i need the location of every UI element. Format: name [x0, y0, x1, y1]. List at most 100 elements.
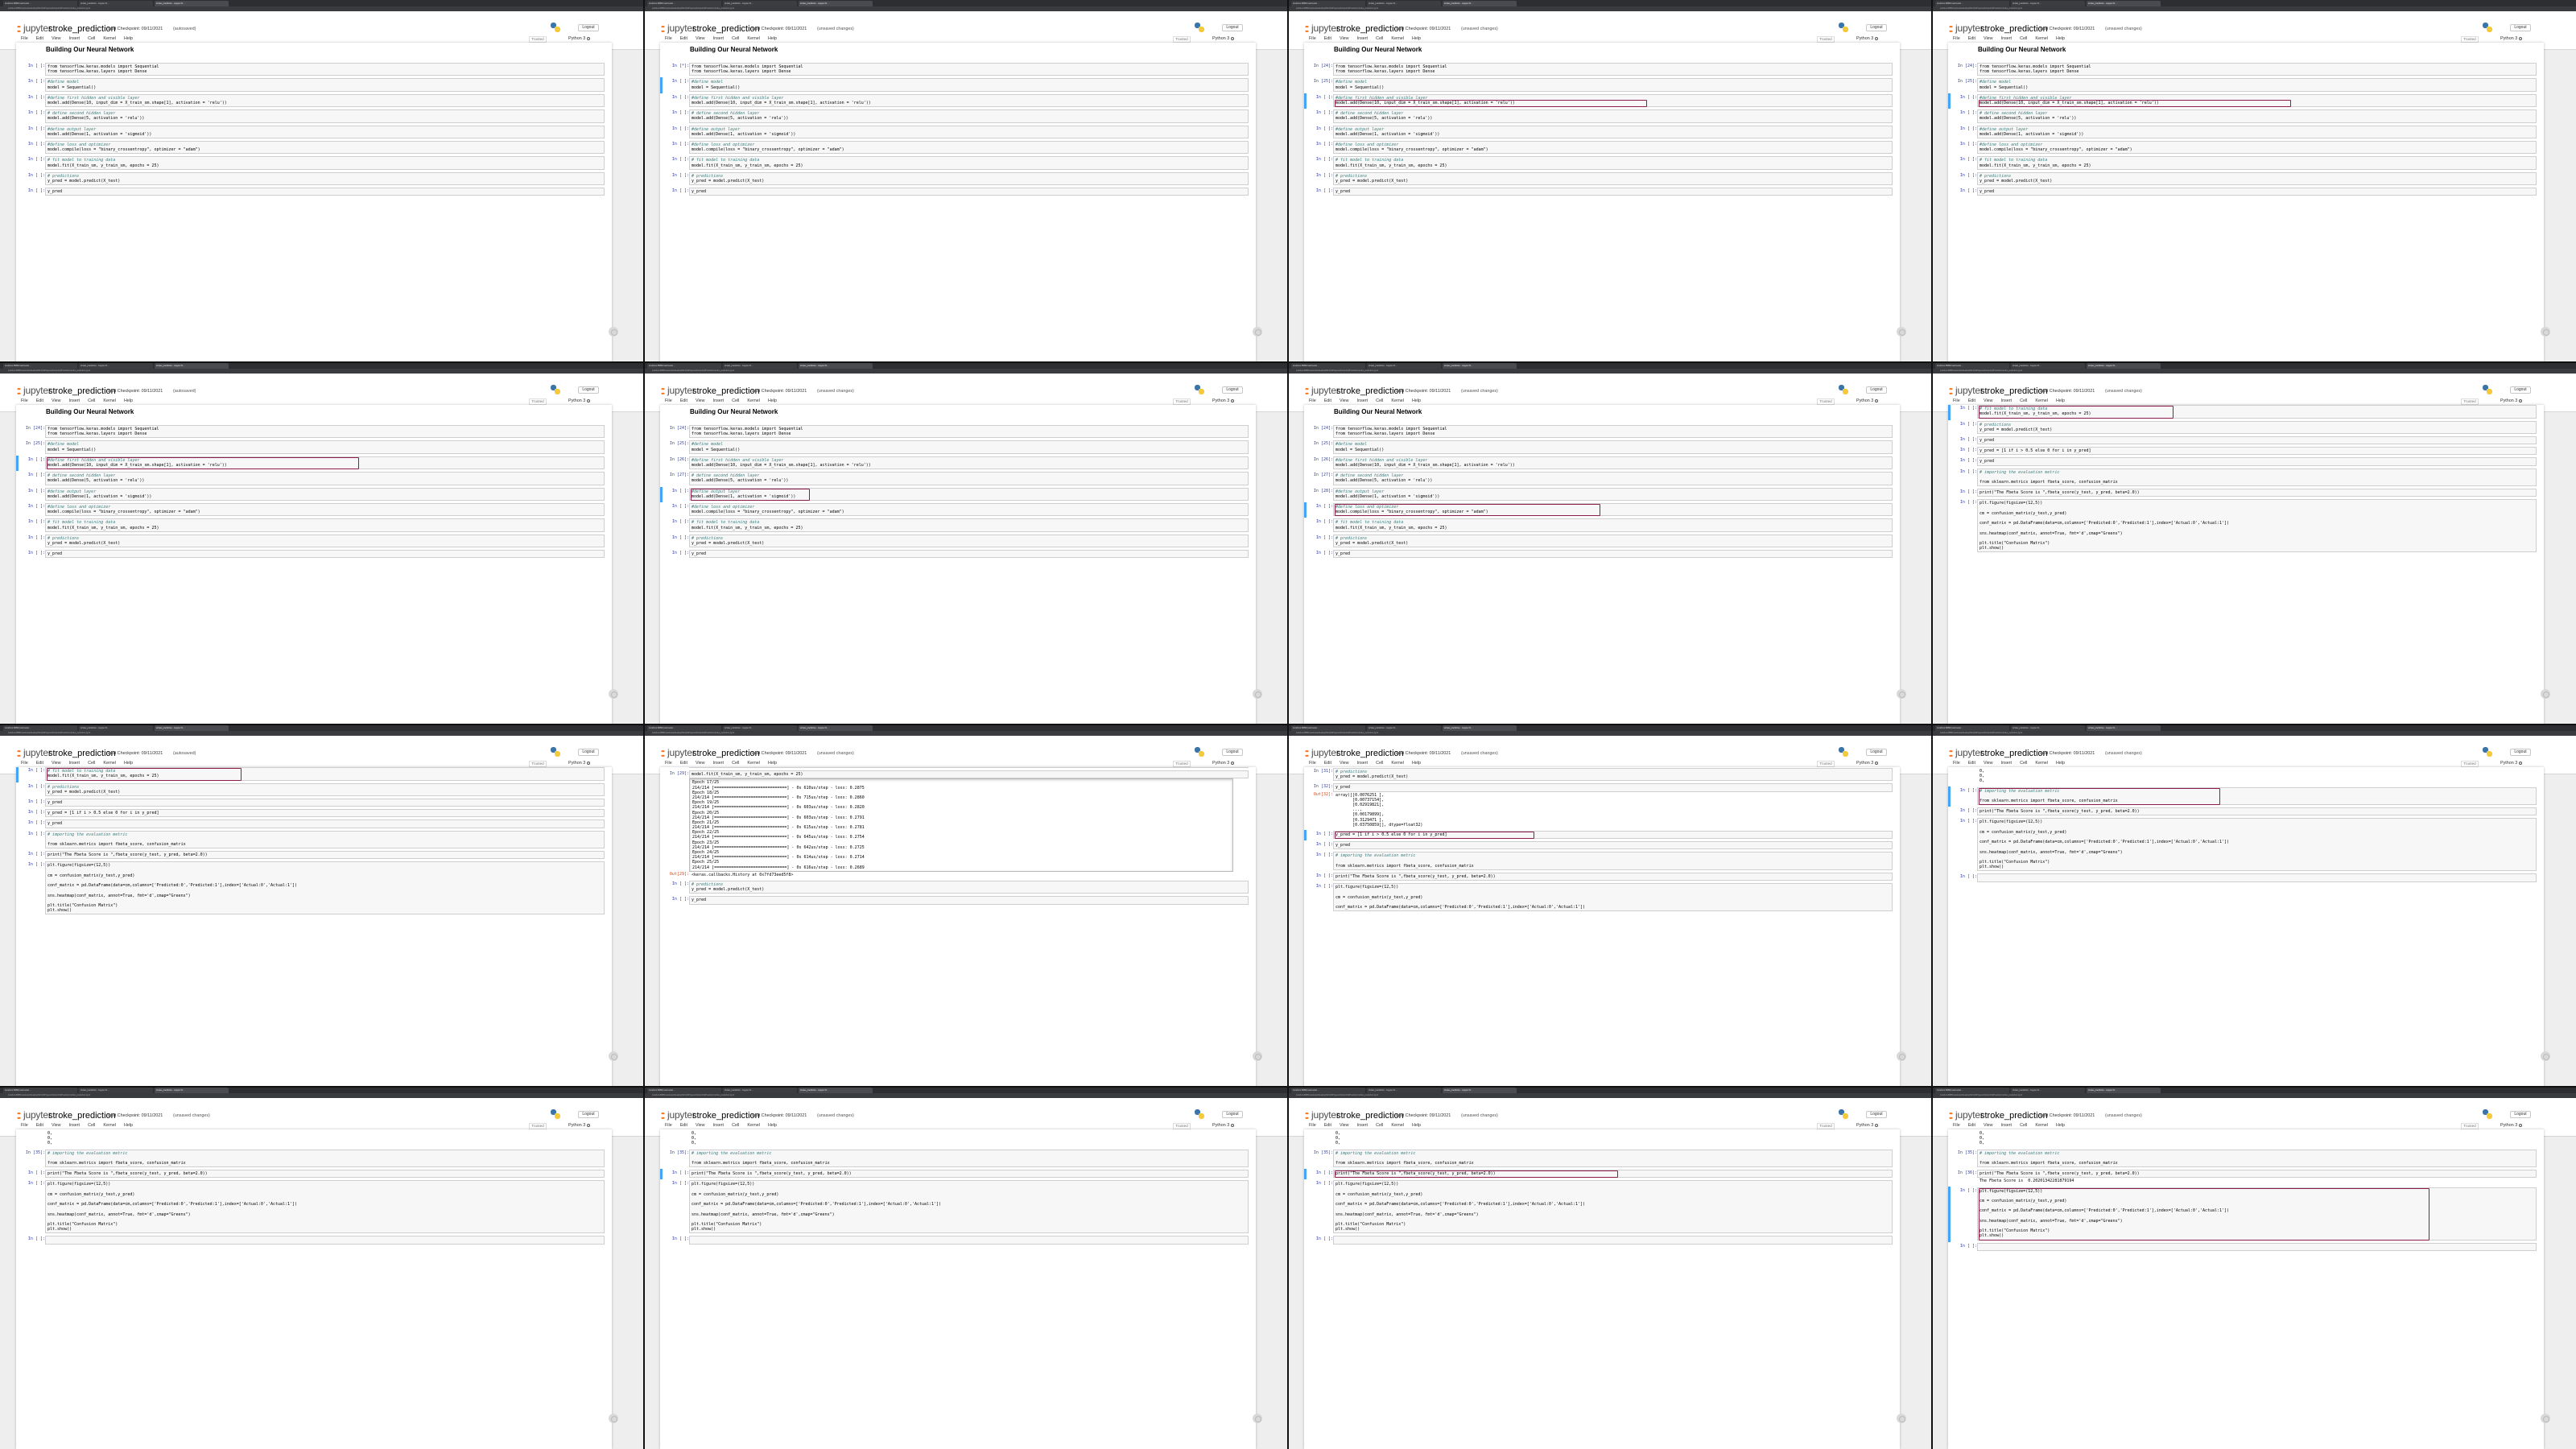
notebook-name[interactable]: stroke_prediction [48, 24, 116, 34]
menu-edit[interactable]: Edit [680, 398, 687, 405]
kernel-indicator[interactable]: Python 3 [1212, 398, 1235, 403]
code-cell[interactable]: In [ ]: #define output layer model.add(Den… [16, 487, 612, 502]
jupyter-logo[interactable]: jupyter [1311, 1109, 1340, 1121]
menu-kernel[interactable]: Kernel [1391, 1123, 1404, 1129]
code-cell[interactable]: In [ ]: #define output layer model.add(Den… [1304, 125, 1900, 140]
scroll-nav-icon[interactable] [1253, 1051, 1262, 1061]
menu-insert[interactable]: Insert [1357, 761, 1368, 767]
menu-kernel[interactable]: Kernel [2035, 398, 2048, 405]
code-cell[interactable]: In [ ]: # importing the evaluation metric… [1304, 851, 1900, 872]
code-editor[interactable]: #define first hidden and visible layer mo… [1977, 93, 2537, 108]
code-cell[interactable]: In [ ]: # fit model to training data model… [1948, 405, 2544, 420]
notebook-name[interactable]: stroke_prediction [1980, 24, 2048, 34]
kernel-indicator[interactable]: Python 3 [2500, 1123, 2523, 1128]
menu-help[interactable]: Help [124, 36, 133, 43]
code-editor[interactable]: # fit model to training data model.fit(X_… [689, 156, 1249, 170]
jupyter-logo[interactable]: jupyter [1311, 747, 1340, 758]
scroll-nav-icon[interactable] [1897, 1414, 1906, 1423]
code-cell[interactable]: In [ ]: print("The Fbeta Score is ",fbeta… [1304, 1169, 1900, 1180]
code-cell[interactable]: In [ ]: # fit model to training data model… [660, 155, 1256, 171]
menu-edit[interactable]: Edit [1968, 761, 1975, 767]
code-cell[interactable]: In [ ]: y_pred [660, 549, 1256, 559]
code-editor[interactable]: # predictions y_pred = model.predict(X_te… [1333, 171, 1893, 186]
menu-insert[interactable]: Insert [1357, 1123, 1368, 1129]
menu-kernel[interactable]: Kernel [1391, 36, 1404, 43]
kernel-indicator[interactable]: Python 3 [2500, 36, 2523, 41]
code-cell[interactable]: In [ ]: print("The Fbeta Score is ",fbeta… [1304, 872, 1900, 882]
code-cell[interactable]: In [ ]: y_pred [16, 798, 612, 808]
code-cell[interactable]: In [ ]: #define loss and optimizer model.c… [1948, 140, 2544, 155]
menu-help[interactable]: Help [2056, 36, 2065, 43]
menu-cell[interactable]: Cell [732, 1123, 739, 1129]
browser-tab[interactable]: stroke_prediction - Jupyter N… [79, 1, 153, 6]
code-editor[interactable]: model.fit(X_train_sm, y_train_sm, epochs… [689, 770, 1249, 779]
menu-view[interactable]: View [52, 1123, 61, 1129]
menu-edit[interactable]: Edit [1968, 398, 1975, 405]
menu-view[interactable]: View [1984, 398, 1993, 405]
logout-button[interactable]: Logout [578, 24, 599, 31]
code-cell[interactable]: In [ ]: #define model model = Sequential() [16, 77, 612, 93]
notebook-name[interactable]: stroke_prediction [1980, 386, 2048, 396]
browser-tab[interactable]: localhost:8888/notebooks/… [3, 363, 77, 369]
scroll-nav-icon[interactable] [1253, 689, 1262, 699]
browser-tab-active[interactable]: stroke_prediction - Jupyter N… [155, 1088, 229, 1093]
code-editor[interactable]: # define second hidden layer model.add(De… [689, 472, 1249, 485]
trusted-badge[interactable]: Trusted [1173, 761, 1191, 767]
code-cell[interactable]: In [ ]: #define loss and optimizer model.c… [660, 502, 1256, 518]
menu-insert[interactable]: Insert [713, 398, 724, 405]
code-cell[interactable]: In [ ]: # fit model to training data model… [660, 518, 1256, 533]
code-cell[interactable]: In [ ]: y_pred [660, 895, 1256, 906]
code-editor[interactable]: # fit model to training data model.fit(X_… [1333, 518, 1893, 532]
code-cell[interactable]: In [ ]: #define model model = Sequential() [660, 77, 1256, 93]
logout-button[interactable]: Logout [1866, 24, 1887, 31]
logout-button[interactable]: Logout [578, 749, 599, 756]
notebook-name[interactable]: stroke_prediction [692, 24, 760, 34]
browser-tab[interactable]: stroke_prediction - Jupyter N… [79, 725, 153, 731]
code-cell[interactable]: In [ ]: #define first hidden and visible … [1948, 93, 2544, 109]
code-editor[interactable]: # predictions y_pred = model.predict(X_te… [689, 534, 1249, 548]
code-cell[interactable]: In [ ]: plt.figure(figsize=(12,5)) cm = co… [16, 1179, 612, 1235]
menu-file[interactable]: File [1309, 398, 1316, 405]
menu-edit[interactable]: Edit [680, 1123, 687, 1129]
menu-help[interactable]: Help [768, 36, 777, 43]
code-cell[interactable]: In [ ]: [16, 1235, 612, 1245]
code-editor[interactable]: # predictions y_pred = model.predict(X_te… [45, 534, 605, 548]
menu-insert[interactable]: Insert [69, 36, 80, 43]
notebook-name[interactable]: stroke_prediction [1336, 386, 1404, 396]
code-cell[interactable]: In [ ]: #define first hidden and visible … [16, 93, 612, 109]
browser-tab-active[interactable]: stroke_prediction - Jupyter N… [155, 725, 229, 731]
logout-button[interactable]: Logout [1222, 386, 1243, 394]
code-cell[interactable]: In [ ]: [1948, 873, 2544, 883]
code-editor[interactable]: #define loss and optimizer model.compile(… [45, 141, 605, 155]
code-cell[interactable]: In [ ]: # importing the evaluation metric… [1948, 468, 2544, 489]
trusted-badge[interactable]: Trusted [1817, 398, 1835, 405]
code-cell[interactable]: In [ ]: print("The Fbeta Score is ",fbeta… [660, 1169, 1256, 1180]
browser-tab-active[interactable]: stroke_prediction - Jupyter N… [799, 725, 873, 731]
code-editor[interactable]: #define output layer model.add(Dense(1, a… [1333, 125, 1893, 139]
browser-tab-active[interactable]: stroke_prediction - Jupyter N… [1443, 1088, 1517, 1093]
code-editor[interactable]: from tensorflow.keras.models import Sequ… [689, 63, 1249, 76]
menu-view[interactable]: View [696, 761, 705, 767]
menu-edit[interactable]: Edit [680, 36, 687, 43]
code-cell[interactable]: In [26]: #define first hidden and visible… [1304, 456, 1900, 471]
browser-tab-active[interactable]: stroke_prediction - Jupyter N… [799, 1, 873, 6]
code-editor[interactable]: #define model model = Sequential() [45, 440, 605, 454]
code-cell[interactable]: In [ ]: # fit model to training data model… [16, 518, 612, 533]
code-cell[interactable]: In [ ]: # define second hidden layer model… [16, 471, 612, 486]
logout-button[interactable]: Logout [1866, 386, 1887, 394]
menu-view[interactable]: View [1340, 398, 1349, 405]
menu-kernel[interactable]: Kernel [103, 36, 116, 43]
code-editor[interactable]: # fit model to training data model.fit(X_… [45, 767, 605, 781]
menu-cell[interactable]: Cell [732, 398, 739, 405]
code-cell[interactable]: In [ ]: [1948, 1242, 2544, 1253]
menu-edit[interactable]: Edit [1968, 36, 1975, 43]
menu-insert[interactable]: Insert [69, 1123, 80, 1129]
kernel-indicator[interactable]: Python 3 [1856, 36, 1879, 41]
menu-view[interactable]: View [696, 1123, 705, 1129]
code-editor[interactable]: print("The Fbeta Score is ",fbeta_score(… [1333, 872, 1893, 881]
menu-cell[interactable]: Cell [88, 761, 95, 767]
code-editor[interactable]: # importing the evaluation metric from sk… [1333, 1149, 1893, 1168]
logout-button[interactable]: Logout [1866, 1111, 1887, 1118]
logout-button[interactable]: Logout [1222, 749, 1243, 756]
menu-kernel[interactable]: Kernel [747, 398, 760, 405]
